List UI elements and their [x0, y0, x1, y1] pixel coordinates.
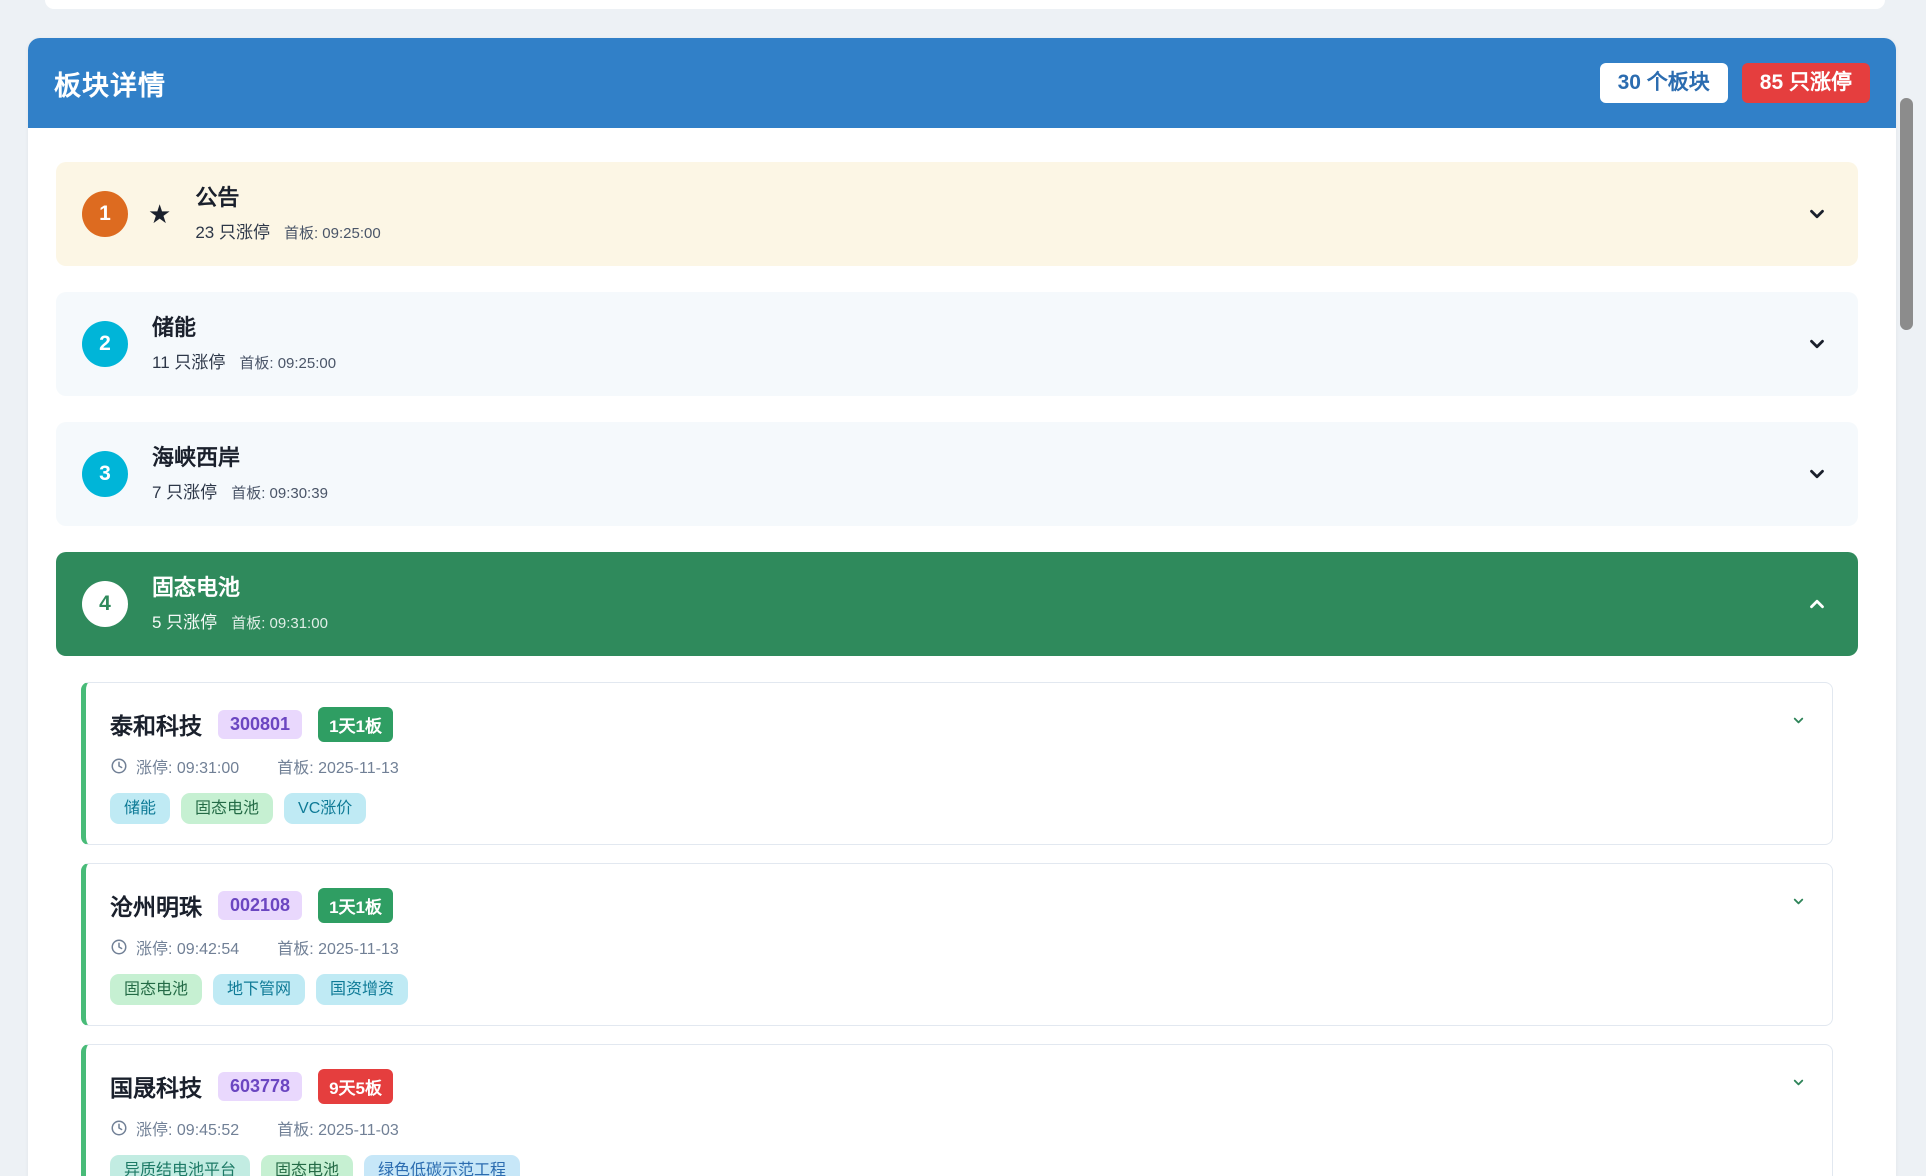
- chevron-down-icon[interactable]: [1806, 333, 1828, 355]
- sector-list: 1 ★ 公告 23 只涨停 首板: 09:25:00 2 储能 11 只涨停 首…: [28, 128, 1896, 1176]
- limit-up-count-badge: 85 只涨停: [1742, 63, 1870, 102]
- board-count-badge: 1天1板: [318, 707, 393, 742]
- sector-info: 海峡西岸 7 只涨停 首板: 09:30:39: [152, 445, 328, 503]
- stock-code-badge: 002108: [218, 891, 302, 920]
- expanded-stock-list: 泰和科技 300801 1天1板 涨停: 09:31:00 首板: 2025-1…: [81, 682, 1833, 1176]
- sector-limit-up-count: 5 只涨停: [152, 608, 217, 633]
- concept-tag[interactable]: 固态电池: [261, 1155, 353, 1176]
- concept-tag[interactable]: VC涨价: [284, 793, 366, 824]
- clock-icon: [110, 757, 128, 775]
- chevron-down-icon[interactable]: [1791, 713, 1806, 728]
- sector-name: 固态电池: [152, 575, 328, 601]
- sector-limit-up-count: 7 只涨停: [152, 478, 217, 503]
- sector-name: 海峡西岸: [152, 445, 328, 471]
- limit-up-time: 涨停: 09:31:00: [136, 754, 239, 778]
- stock-name: 国晟科技: [110, 1069, 202, 1103]
- concept-tag[interactable]: 固态电池: [181, 793, 273, 824]
- sector-info: 固态电池 5 只涨停 首板: 09:31:00: [152, 575, 328, 633]
- rank-badge: 1: [82, 191, 128, 237]
- scrollbar-thumb[interactable]: [1900, 98, 1913, 330]
- panel-title: 板块详情: [54, 64, 166, 103]
- board-count-badge: 1天1板: [318, 888, 393, 923]
- clock-icon: [110, 938, 128, 956]
- sector-first-board-time: 首板: 09:30:39: [231, 482, 328, 503]
- concept-tag[interactable]: 储能: [110, 793, 170, 824]
- chevron-down-icon[interactable]: [1806, 463, 1828, 485]
- previous-card-bottom-edge: [45, 0, 1885, 9]
- first-board-date: 首板: 2025-11-13: [277, 754, 399, 778]
- clock-icon: [110, 1119, 128, 1137]
- stock-name: 泰和科技: [110, 707, 202, 741]
- concept-tag[interactable]: 地下管网: [213, 974, 305, 1005]
- star-icon[interactable]: ★: [148, 201, 171, 227]
- stock-code-badge: 300801: [218, 710, 302, 739]
- stock-card-guosheng-keji[interactable]: 国晟科技 603778 9天5板 涨停: 09:45:52 首板: 2025-1…: [81, 1044, 1833, 1176]
- sector-row-gutai-dianchi[interactable]: 4 固态电池 5 只涨停 首板: 09:31:00: [56, 552, 1858, 656]
- sector-detail-panel: 板块详情 30 个板块 85 只涨停 1 ★ 公告 23 只涨停 首板: 09:…: [28, 38, 1896, 1176]
- chevron-down-icon[interactable]: [1791, 1075, 1806, 1090]
- sector-first-board-time: 首板: 09:25:00: [239, 352, 336, 373]
- concept-tag[interactable]: 国资增资: [316, 974, 408, 1005]
- sector-count-badge: 30 个板块: [1600, 63, 1728, 102]
- sector-name: 储能: [152, 315, 336, 341]
- limit-up-time: 涨停: 09:42:54: [136, 935, 239, 959]
- first-board-date: 首板: 2025-11-13: [277, 935, 399, 959]
- first-board-date: 首板: 2025-11-03: [277, 1116, 399, 1140]
- rank-badge: 2: [82, 321, 128, 367]
- limit-up-time: 涨停: 09:45:52: [136, 1116, 239, 1140]
- sector-info: 储能 11 只涨停 首板: 09:25:00: [152, 315, 336, 373]
- sector-row-chuneng[interactable]: 2 储能 11 只涨停 首板: 09:25:00: [56, 292, 1858, 396]
- header-badges: 30 个板块 85 只涨停: [1600, 63, 1870, 102]
- board-count-badge: 9天5板: [318, 1069, 393, 1104]
- concept-tag[interactable]: 绿色低碳示范工程: [364, 1155, 520, 1176]
- stock-code-badge: 603778: [218, 1072, 302, 1101]
- chevron-up-icon[interactable]: [1806, 593, 1828, 615]
- sector-limit-up-count: 11 只涨停: [152, 348, 225, 373]
- rank-badge: 4: [82, 581, 128, 627]
- concept-tag[interactable]: 固态电池: [110, 974, 202, 1005]
- sector-row-gonggao[interactable]: 1 ★ 公告 23 只涨停 首板: 09:25:00: [56, 162, 1858, 266]
- stock-card-taihe-keji[interactable]: 泰和科技 300801 1天1板 涨停: 09:31:00 首板: 2025-1…: [81, 682, 1833, 845]
- stock-name: 沧州明珠: [110, 888, 202, 922]
- sector-first-board-time: 首板: 09:31:00: [231, 612, 328, 633]
- sector-row-haixia-xian[interactable]: 3 海峡西岸 7 只涨停 首板: 09:30:39: [56, 422, 1858, 526]
- concept-tag[interactable]: 异质结电池平台: [110, 1155, 250, 1176]
- chevron-down-icon[interactable]: [1791, 894, 1806, 909]
- rank-badge: 3: [82, 451, 128, 497]
- chevron-down-icon[interactable]: [1806, 203, 1828, 225]
- sector-first-board-time: 首板: 09:25:00: [284, 222, 381, 243]
- sector-limit-up-count: 23 只涨停: [195, 218, 270, 243]
- panel-header: 板块详情 30 个板块 85 只涨停: [28, 38, 1896, 128]
- stock-card-cangzhou-mingzhu[interactable]: 沧州明珠 002108 1天1板 涨停: 09:42:54 首板: 2025-1…: [81, 863, 1833, 1026]
- sector-name: 公告: [195, 185, 380, 211]
- sector-info: 公告 23 只涨停 首板: 09:25:00: [195, 185, 380, 243]
